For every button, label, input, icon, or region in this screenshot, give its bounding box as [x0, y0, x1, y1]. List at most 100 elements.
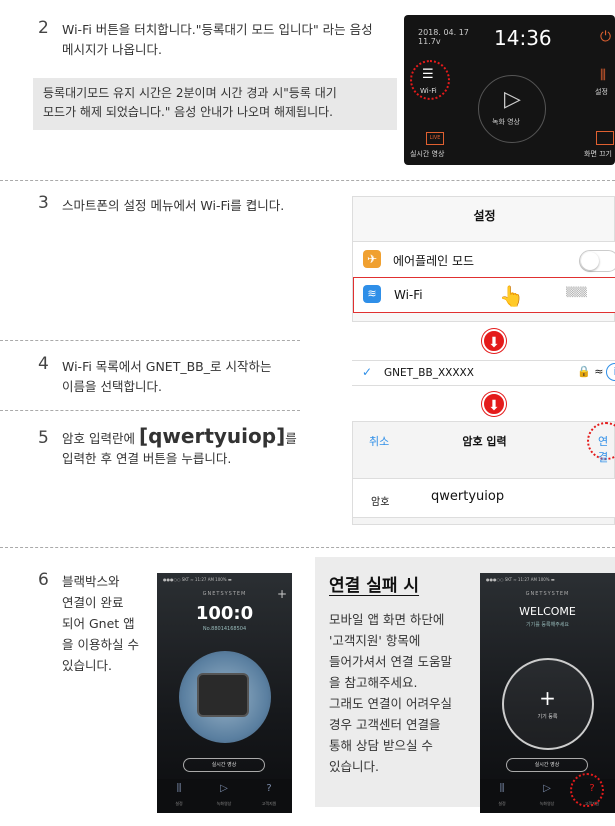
- step-4-number: 4: [38, 354, 49, 374]
- step-6-line: 되어 Gnet 앱: [62, 616, 135, 631]
- live-label: 실시간 영상: [410, 150, 445, 158]
- app-welcome-screen: ●●●○○ SKT ≈ 11:27 AM 100% ▬ GNETSYSTEM W…: [480, 573, 615, 813]
- plus-icon: +: [539, 686, 556, 710]
- wifi-button-label: Wi-Fi: [420, 87, 437, 95]
- step-2-line-2: 메시지가 나옵니다.: [62, 42, 162, 57]
- step-6-text: 블랙박스와 연결이 완료 되어 Gnet 앱 을 이용하실 수 있습니다.: [62, 571, 162, 676]
- step-6-number: 6: [38, 570, 49, 590]
- step-5-password: [qwertyuiop]: [138, 424, 286, 448]
- divider: [0, 340, 300, 341]
- failure-line: 통해 상담 받으실 수: [329, 738, 433, 753]
- welcome-subtext: 기기를 등록해주세요: [526, 622, 569, 628]
- airplane-icon: ✈: [363, 250, 381, 268]
- note-line-2: 모드가 해제 되었습니다." 음성 안내가 나오며 해제됩니다.: [43, 105, 333, 119]
- step-2-line-1: Wi-Fi 버튼을 터치합니다."등록대기 모드 입니다" 라는 음성: [62, 22, 373, 37]
- step-4-line-2: 이름을 선택합니다.: [62, 379, 162, 394]
- note-line-1: 등록대기모드 유지 시간은 2분이며 시간 경과 시"등록 대기: [43, 86, 337, 100]
- connect-button[interactable]: 연결: [598, 433, 614, 465]
- nav-settings-label: 설정: [175, 801, 183, 806]
- device-model: 100:0: [195, 603, 254, 624]
- step-3-text: 스마트폰의 설정 메뉴에서 Wi-Fi를 켭니다.: [62, 198, 285, 213]
- screen-off-icon[interactable]: [596, 131, 614, 145]
- airplane-mode-label: 에어플레인 모드: [393, 254, 475, 268]
- app-brand: GNETSYSTEM: [525, 591, 570, 597]
- toggle-knob: [581, 252, 599, 270]
- settings-icon[interactable]: ⫼: [482, 783, 522, 794]
- cancel-button[interactable]: 취소: [369, 433, 389, 449]
- password-screen: 암호 입력 취소 연결 암호 qwertyuiop: [352, 421, 615, 525]
- failure-line: 을 참고해주세요.: [329, 675, 418, 690]
- step-2-text: Wi-Fi 버튼을 터치합니다."등록대기 모드 입니다" 라는 음성 메시지가…: [62, 20, 402, 60]
- app-home-screen: ●●●○○ SKT ≈ 11:27 AM 100% ▬ GNETSYSTEM +…: [157, 573, 292, 813]
- step-2-note: 등록대기모드 유지 시간은 2분이며 시간 경과 시"등록 대기 모드가 해제 …: [33, 78, 397, 130]
- pointing-hand-icon: 👆: [499, 284, 524, 308]
- wifi-icon: ≋: [363, 285, 381, 303]
- wifi-icon[interactable]: ☰: [422, 67, 434, 82]
- password-label: 암호: [371, 497, 390, 508]
- lock-wifi-icon: 🔒 ≈: [577, 365, 604, 378]
- airplane-toggle[interactable]: [579, 250, 615, 272]
- device-voltage: 11.7v: [418, 37, 441, 46]
- live-view-button[interactable]: 실시간 영상: [506, 758, 588, 772]
- dashcam-screen: 2018. 04. 17 11.7v 14:36 ⏻ ☰ Wi-Fi ▷ 녹화 …: [404, 15, 615, 165]
- down-arrow-icon: ⬇: [482, 329, 506, 353]
- password-input[interactable]: qwertyuiop: [431, 489, 504, 504]
- status-bar: ●●●○○ SKT ≈ 11:27 AM 100% ▬: [486, 577, 555, 582]
- play-icon[interactable]: ▷: [527, 783, 567, 794]
- step-4-line-1: Wi-Fi 목록에서 GNET_BB_로 시작하는: [62, 359, 272, 374]
- step-6-line: 을 이용하실 수: [62, 637, 139, 652]
- nav-recordings-label: 녹화영상: [216, 801, 232, 806]
- step-5-pre: 암호 입력란에: [62, 431, 139, 446]
- step-2-number: 2: [38, 18, 49, 38]
- step-3-number: 3: [38, 193, 49, 213]
- failure-line: 모바일 앱 화면 하단에: [329, 612, 445, 627]
- play-icon[interactable]: ▷: [204, 783, 244, 794]
- device-date-text: 2018. 04. 17: [418, 28, 469, 37]
- airplane-mode-row[interactable]: ✈ 에어플레인 모드: [353, 241, 615, 277]
- step-4-text: Wi-Fi 목록에서 GNET_BB_로 시작하는 이름을 선택합니다.: [62, 357, 322, 397]
- failure-line: 들어가셔서 연결 도움말: [329, 654, 452, 669]
- failure-title: 연결 실패 시: [329, 576, 420, 596]
- wifi-label: Wi-Fi: [394, 288, 423, 302]
- live-icon[interactable]: LIVE: [426, 132, 444, 145]
- nav-support-label: 고객지원: [261, 801, 277, 806]
- down-arrow-icon: ⬇: [482, 392, 506, 416]
- settings-sliders-icon[interactable]: ⫼: [600, 68, 606, 83]
- step-6-line: 블랙박스와: [62, 574, 120, 589]
- help-icon[interactable]: ?: [249, 783, 289, 794]
- nav-recordings-label: 녹화영상: [539, 801, 555, 806]
- checkmark-icon: ✓: [362, 365, 373, 379]
- support-highlight-ring: [570, 773, 604, 807]
- password-title: 암호 입력: [462, 435, 507, 448]
- bottom-nav: ⫼ ▷ ? 설정 녹화영상 고객지원: [157, 779, 292, 813]
- device-serial: No.88014168504: [202, 626, 247, 632]
- divider: [0, 547, 615, 548]
- nav-settings-label: 설정: [498, 801, 506, 806]
- step-5-text: 암호 입력란에 [qwertyuiop]를 입력한 후 연결 버튼을 누릅니다.: [62, 424, 342, 471]
- network-name: GNET_BB_XXXXX: [384, 367, 474, 379]
- power-icon[interactable]: ⏻: [600, 29, 611, 45]
- status-bar: ●●●○○ SKT ≈ 11:27 AM 100% ▬: [163, 577, 232, 582]
- settings-label: 설정: [595, 88, 608, 96]
- device-date: 2018. 04. 17 11.7v: [418, 28, 469, 46]
- wifi-network-row[interactable]: ✓ GNET_BB_XXXXX 🔒 ≈ i: [352, 360, 615, 386]
- welcome-text: WELCOME: [519, 605, 576, 618]
- divider: [0, 180, 615, 181]
- live-view-button[interactable]: 실시간 영상: [183, 758, 265, 772]
- step-5-number: 5: [38, 428, 49, 448]
- add-icon[interactable]: +: [277, 587, 287, 601]
- password-row[interactable]: 암호 qwertyuiop: [353, 478, 615, 518]
- step-5-line-2: 입력한 후 연결 버튼을 누릅니다.: [62, 451, 232, 466]
- step-6-line: 있습니다.: [62, 658, 112, 673]
- info-icon[interactable]: i: [606, 363, 615, 381]
- wifi-row[interactable]: ≋ Wi-Fi 👆 ▒▒▒: [353, 277, 615, 313]
- settings-icon[interactable]: ⫼: [159, 783, 199, 794]
- failure-line: '고객지원' 항목에: [329, 633, 421, 648]
- failure-text: 모바일 앱 화면 하단에 '고객지원' 항목에 들어가셔서 연결 도움말 을 참…: [329, 609, 489, 777]
- dashcam-image: [197, 673, 249, 717]
- screen-off-label: 화면 끄기: [584, 150, 612, 158]
- failure-line: 경우 고객센터 연결을: [329, 717, 441, 732]
- failure-line: 그래도 연결이 어려우실: [329, 696, 452, 711]
- failure-line: 있습니다.: [329, 759, 379, 774]
- record-label: 녹화 영상: [492, 118, 520, 126]
